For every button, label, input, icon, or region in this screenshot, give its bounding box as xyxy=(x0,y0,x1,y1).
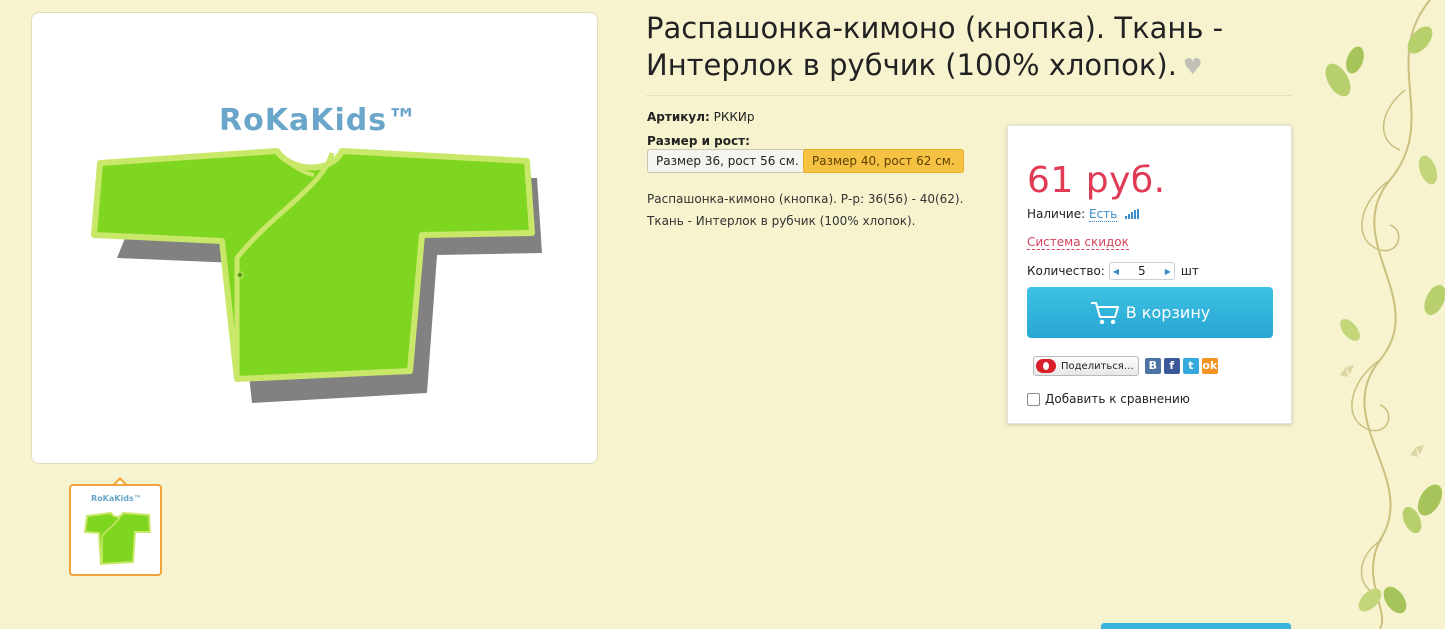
vk-icon[interactable]: В xyxy=(1144,358,1161,374)
product-description: Распашонка-кимоно (кнопка). Р-р: 36(56) … xyxy=(647,188,987,232)
share-button[interactable]: Поделиться… xyxy=(1033,356,1139,376)
thumb-brand-text: RoKaKids™ xyxy=(91,494,142,503)
title-divider xyxy=(646,95,1292,96)
compare-label: Добавить к сравнению xyxy=(1045,392,1190,406)
quantity-unit: шт xyxy=(1180,264,1199,278)
size-option-36[interactable]: Размер 36, рост 56 см. xyxy=(647,149,808,173)
sku: Артикул: РККИр xyxy=(647,110,755,124)
odnoklassniki-icon[interactable]: ok xyxy=(1201,358,1218,374)
stepper-increase-icon[interactable]: ▶ xyxy=(1165,267,1171,276)
add-to-cart-button[interactable]: В корзину xyxy=(1027,287,1273,338)
buy-box: 61 руб. Наличие: Есть Система скидок Кол… xyxy=(1007,125,1292,424)
twitter-icon[interactable]: t xyxy=(1182,358,1199,374)
description-line: Ткань - Интерлок в рубчик (100% хлопок). xyxy=(647,214,916,228)
share-logo-icon xyxy=(1036,359,1056,373)
description-line: Распашонка-кимоно (кнопка). Р-р: 36(56) … xyxy=(647,192,964,206)
quantity-label: Количество: xyxy=(1027,264,1105,278)
sku-value: РККИр xyxy=(713,110,755,124)
availability-value[interactable]: Есть xyxy=(1089,207,1118,222)
stepper-decrease-icon[interactable]: ◀ xyxy=(1113,267,1119,276)
share-row: Поделиться… В f t ok xyxy=(1033,356,1218,376)
compare-checkbox[interactable] xyxy=(1027,392,1040,406)
heart-icon[interactable]: ♥ xyxy=(1183,55,1203,80)
cart-icon xyxy=(1090,301,1119,324)
availability-label: Наличие: xyxy=(1027,207,1086,221)
brand-logo-text: RoKaKids™ xyxy=(219,103,418,138)
discount-system-link[interactable]: Система скидок xyxy=(1027,235,1129,250)
floral-decoration xyxy=(1320,0,1445,629)
signal-icon xyxy=(1125,209,1140,219)
thumbnail-image[interactable]: RoKaKids™ xyxy=(69,484,162,576)
compare-option[interactable]: Добавить к сравнению xyxy=(1027,392,1190,406)
share-label: Поделиться… xyxy=(1061,360,1134,372)
quantity-stepper[interactable]: ◀ 5 ▶ xyxy=(1108,262,1175,280)
product-image[interactable]: RoKaKids™ xyxy=(31,12,598,464)
facebook-icon[interactable]: f xyxy=(1163,358,1180,374)
quantity-value[interactable]: 5 xyxy=(1138,264,1146,278)
price: 61 руб. xyxy=(1027,160,1166,201)
size-option-40-selected[interactable]: Размер 40, рост 62 см. xyxy=(803,149,964,173)
availability: Наличие: Есть xyxy=(1027,207,1140,222)
add-to-cart-label: В корзину xyxy=(1125,303,1211,322)
product-title: Распашонка-кимоно (кнопка). Ткань - Инте… xyxy=(646,11,1224,82)
quantity-row: Количество: ◀ 5 ▶ шт xyxy=(1027,262,1199,280)
bottom-tab-edge[interactable] xyxy=(1101,623,1291,629)
size-label: Размер и рост: xyxy=(647,134,750,148)
sku-label: Артикул: xyxy=(647,110,710,124)
